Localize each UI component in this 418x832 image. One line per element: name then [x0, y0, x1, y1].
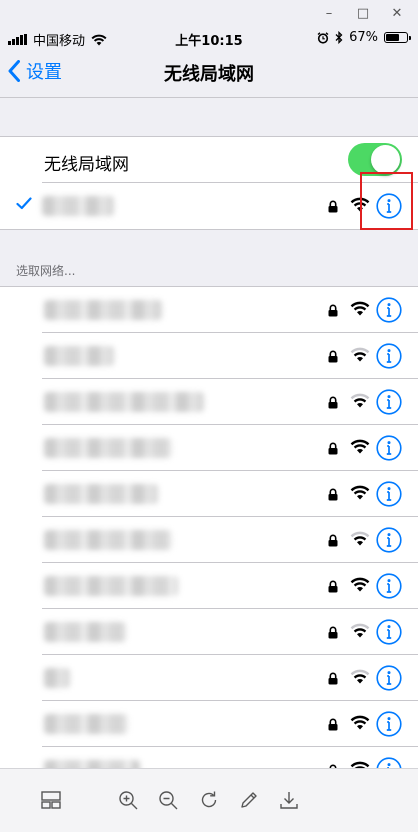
- layout-icon[interactable]: [40, 789, 62, 811]
- network-row[interactable]: [0, 655, 418, 701]
- info-icon[interactable]: [376, 711, 402, 737]
- minimize-button[interactable]: –: [322, 6, 336, 21]
- network-list: [0, 286, 418, 769]
- info-button-highlight: [360, 172, 413, 230]
- network-name-redacted: [44, 346, 114, 366]
- download-icon[interactable]: [278, 789, 300, 811]
- network-name-redacted: [44, 484, 158, 504]
- network-row[interactable]: [0, 563, 418, 609]
- wifi-signal-icon: [350, 577, 370, 592]
- zoom-out-icon[interactable]: [157, 789, 179, 811]
- network-name-redacted: [42, 196, 114, 216]
- wifi-toggle-row: 无线局域网: [0, 137, 418, 183]
- info-icon[interactable]: [376, 665, 402, 691]
- network-name-redacted: [44, 622, 126, 642]
- info-icon[interactable]: [376, 343, 402, 369]
- battery-icon: [384, 32, 411, 43]
- wifi-signal-icon: [350, 531, 370, 546]
- lock-icon: [328, 396, 338, 409]
- zoom-in-icon[interactable]: [117, 789, 139, 811]
- navigation-bar: 设置 无线局域网: [0, 48, 418, 98]
- wifi-section: 无线局域网: [0, 136, 418, 230]
- network-name-redacted: [44, 714, 128, 734]
- wifi-toggle-label: 无线局域网: [44, 155, 129, 175]
- lock-icon: [328, 488, 338, 501]
- network-row[interactable]: [0, 701, 418, 747]
- info-icon[interactable]: [376, 297, 402, 323]
- lock-icon: [328, 718, 338, 731]
- lock-icon: [328, 626, 338, 639]
- lock-icon: [328, 580, 338, 593]
- info-icon[interactable]: [376, 435, 402, 461]
- rotate-icon[interactable]: [198, 789, 220, 811]
- network-row[interactable]: [0, 609, 418, 655]
- connected-network-row[interactable]: [0, 183, 418, 229]
- lock-icon: [328, 672, 338, 685]
- lock-icon: [328, 350, 338, 363]
- info-icon[interactable]: [376, 389, 402, 415]
- lock-icon: [328, 534, 338, 547]
- lock-icon: [328, 304, 338, 317]
- alarm-icon: [317, 31, 329, 44]
- network-row[interactable]: [0, 471, 418, 517]
- lock-icon: [328, 200, 338, 213]
- section-header: 选取网络...: [16, 264, 76, 278]
- network-name-redacted: [44, 576, 178, 596]
- network-name-redacted: [44, 668, 70, 688]
- info-icon[interactable]: [376, 481, 402, 507]
- bluetooth-icon: [335, 31, 343, 44]
- info-icon[interactable]: [376, 573, 402, 599]
- network-row[interactable]: [0, 379, 418, 425]
- wifi-signal-icon: [350, 485, 370, 500]
- network-row[interactable]: [0, 425, 418, 471]
- checkmark-icon: [16, 197, 32, 210]
- network-name-redacted: [44, 300, 162, 320]
- wifi-signal-icon: [350, 393, 370, 408]
- maximize-button[interactable]: □: [356, 6, 370, 21]
- network-row[interactable]: [0, 287, 418, 333]
- wifi-signal-icon: [350, 669, 370, 684]
- network-name-redacted: [44, 438, 172, 458]
- network-row[interactable]: [0, 517, 418, 563]
- info-icon[interactable]: [376, 527, 402, 553]
- battery-percent: 67%: [349, 30, 378, 45]
- wifi-signal-icon: [350, 439, 370, 454]
- lock-icon: [328, 442, 338, 455]
- info-icon[interactable]: [376, 619, 402, 645]
- bottom-toolbar: [0, 768, 418, 832]
- wifi-signal-icon: [350, 301, 370, 316]
- network-row[interactable]: [0, 333, 418, 379]
- network-name-redacted: [44, 530, 172, 550]
- close-button[interactable]: ✕: [390, 6, 404, 21]
- network-row[interactable]: [0, 747, 418, 769]
- wifi-signal-icon: [350, 715, 370, 730]
- page-title: 无线局域网: [164, 64, 254, 85]
- wifi-signal-icon: [350, 623, 370, 638]
- network-name-redacted: [44, 392, 204, 412]
- edit-icon[interactable]: [238, 789, 260, 811]
- status-bar: 中国移动 上午10:15 67%: [0, 26, 418, 49]
- window-controls: – □ ✕: [322, 0, 418, 26]
- wifi-signal-icon: [350, 347, 370, 362]
